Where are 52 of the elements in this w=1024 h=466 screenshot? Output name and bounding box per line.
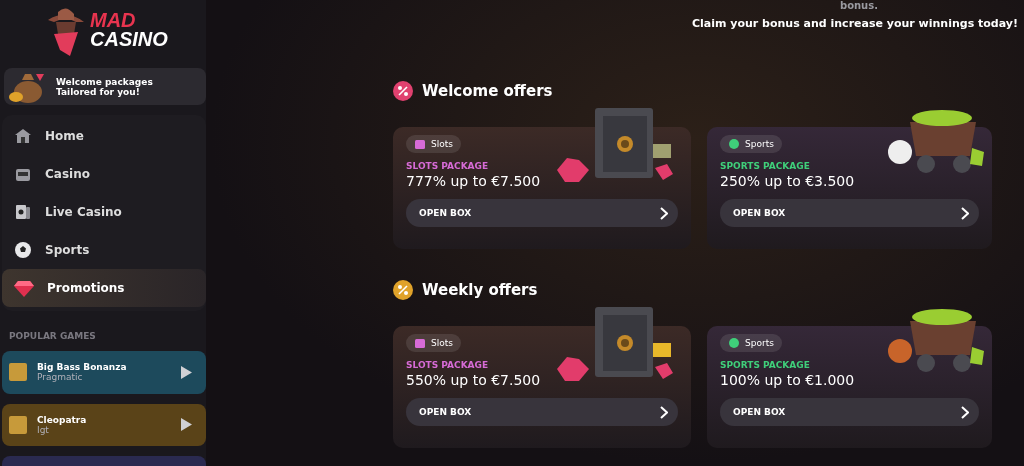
package-label: SPORTS PACKAGE [720, 161, 810, 171]
section-title: Welcome offers [422, 82, 553, 100]
package-label: SPORTS PACKAGE [720, 360, 810, 370]
offer-amount: 777% up to €7.500 [406, 173, 541, 189]
game-thumbnail [9, 363, 27, 382]
open-box-button[interactable]: OPEN BOX [406, 199, 678, 227]
section-title: Weekly offers [422, 281, 538, 299]
tag-label: Sports [745, 139, 774, 149]
open-box-button[interactable]: OPEN BOX [720, 398, 979, 426]
play-icon[interactable] [181, 365, 192, 379]
tag-label: Sports [745, 338, 774, 348]
package-label: SLOTS PACKAGE [406, 161, 489, 171]
logo-text: MAD [90, 11, 137, 31]
intro-text: bonus. [839, 0, 878, 11]
slot-machine-icon [414, 138, 426, 150]
game-title: Big Bass Bonanza [37, 362, 128, 373]
tag-label: Slots [431, 139, 453, 149]
nav-item[interactable]: Casino [2, 154, 206, 193]
chevron-right-icon [660, 206, 668, 220]
casino-logo[interactable]: MAD CASINO [2, 0, 206, 61]
slot-machine-icon [414, 337, 426, 349]
tag-label: Slots [431, 338, 453, 348]
open-box-button[interactable]: OPEN BOX [406, 398, 678, 426]
game-thumbnail [9, 415, 27, 434]
banner-title: Welcome packages [56, 76, 153, 87]
nav-item[interactable]: Home [2, 116, 206, 155]
soccer-ball-icon [14, 240, 32, 259]
nav-item[interactable]: Live Casino [2, 192, 206, 231]
chevron-right-icon [961, 206, 969, 220]
game-item[interactable]: Big Bass Bonanza Pragmatic [2, 350, 206, 394]
package-label: SLOTS PACKAGE [406, 360, 489, 370]
banner-subtitle: Tailored for you! [56, 86, 140, 97]
house-icon [14, 126, 32, 145]
open-box-button[interactable]: OPEN BOX [720, 199, 979, 227]
chevron-right-icon [660, 405, 668, 419]
offer-amount: 250% up to €3.500 [720, 173, 855, 189]
nav-item[interactable]: Sports [2, 230, 206, 269]
section-heading: POPULAR GAMES [9, 330, 97, 341]
nav-item[interactable]: Promotions [2, 268, 206, 307]
offer-amount: 550% up to €7.500 [406, 372, 541, 388]
game-item[interactable]: Cleopatra Igt [2, 403, 206, 447]
welcome-banner[interactable]: Welcome packages Tailored for you! [4, 68, 206, 105]
game-provider: Pragmatic [37, 372, 84, 383]
offer-amount: 100% up to €1.000 [720, 372, 855, 388]
cards-icon [14, 202, 32, 221]
game-title: Cleopatra [37, 414, 88, 425]
chevron-right-icon [961, 405, 969, 419]
play-icon[interactable] [181, 418, 192, 432]
gem-icon [14, 278, 34, 297]
game-provider: Igt [37, 424, 49, 435]
intro-text: Claim your bonus and increase your winnings today! [691, 17, 1018, 30]
logo-text: CASINO [90, 30, 168, 50]
